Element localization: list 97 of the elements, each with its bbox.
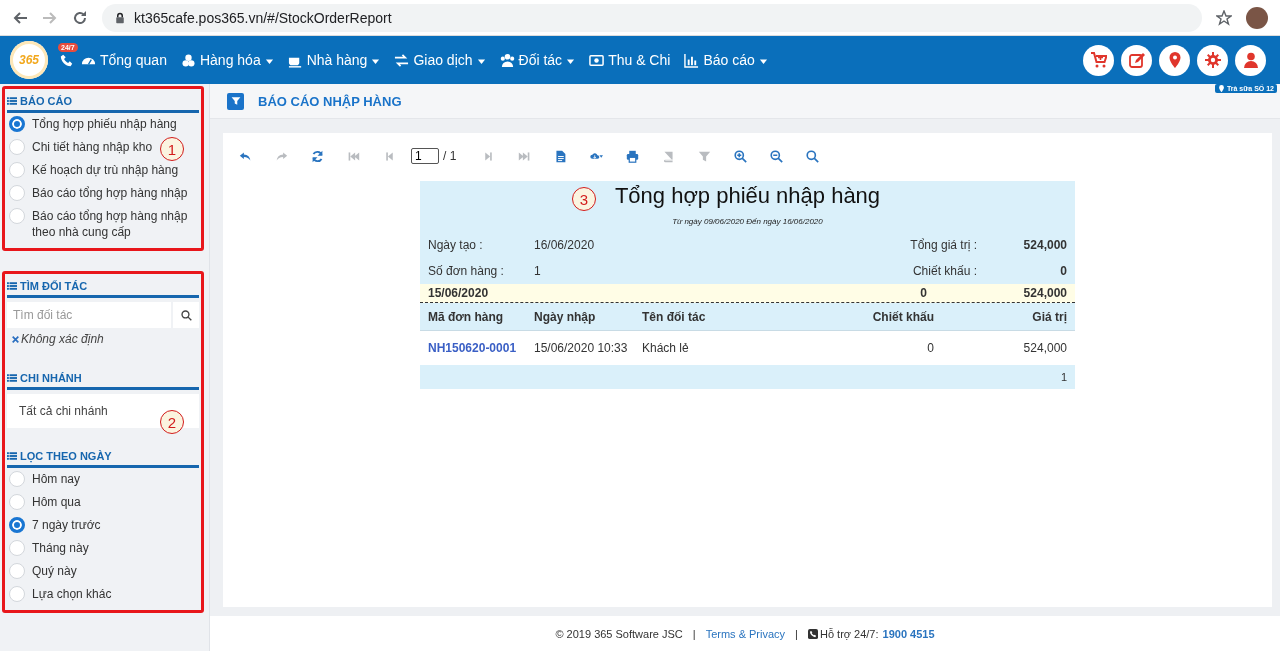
cart-plus-icon xyxy=(1090,52,1107,68)
nav-menu-item[interactable]: Giao dịch xyxy=(394,52,486,68)
toolbar-round-button[interactable] xyxy=(1235,44,1266,76)
phone-icon xyxy=(807,628,818,639)
summary-label: Số đơn hàng : xyxy=(428,263,505,280)
radio-option[interactable]: Báo cáo tổng hợp hàng nhập xyxy=(7,182,199,205)
summary-value: 16/06/2020 xyxy=(534,237,596,254)
forward-arrow-icon xyxy=(42,9,58,26)
callout-number: 1 xyxy=(160,137,184,161)
radio-icon[interactable] xyxy=(9,116,25,132)
summary-label: Tổng giá trị : xyxy=(910,237,977,254)
address-bar[interactable]: kt365cafe.pos365.vn/#/StockOrderReport xyxy=(102,3,1202,32)
report-title: Tổng hợp phiếu nhập hàng xyxy=(614,183,881,208)
separator: | xyxy=(692,627,696,640)
last-page-icon xyxy=(517,149,531,163)
radio-option[interactable]: Hôm nay xyxy=(7,468,199,491)
section-title: BÁO CÁO xyxy=(20,95,72,107)
toolbar-round-button[interactable] xyxy=(1121,44,1152,76)
support-phone: 1900 4515 xyxy=(882,627,935,640)
radio-option[interactable]: Kế hoạch dự trù nhập hàng xyxy=(7,159,199,182)
print-icon xyxy=(625,149,639,163)
radio-option[interactable]: 7 ngày trước xyxy=(7,514,199,537)
column-header: Mã đơn hàng xyxy=(428,309,505,324)
toolbar-round-button[interactable] xyxy=(1197,44,1228,76)
close-icon xyxy=(11,334,20,344)
table-cell-text: 524,000 xyxy=(1022,341,1067,355)
separator: | xyxy=(795,627,798,640)
page-number-field[interactable]: 1 xyxy=(411,148,439,164)
radio-option[interactable]: Tổng hợp phiếu nhập hàng xyxy=(7,113,199,136)
filter-icon xyxy=(230,96,241,106)
user-icon xyxy=(1242,52,1259,68)
star-icon xyxy=(1216,9,1232,26)
document-icon xyxy=(553,149,567,163)
zoom-in-icon xyxy=(733,149,747,163)
date-range: Từ ngày 09/06/2020 Đến ngày 16/06/2020 xyxy=(671,216,824,228)
summary-label: Chiết khấu : xyxy=(912,263,977,280)
toolbar-round-button[interactable] xyxy=(1159,44,1190,76)
radio-option[interactable]: Lựa chọn khác xyxy=(7,583,199,606)
nav-menu-item[interactable]: Hàng hóa xyxy=(180,52,274,68)
zoom-out-icon xyxy=(769,149,783,163)
order-link[interactable]: NH150620-0001 xyxy=(428,341,534,355)
terms-link[interactable]: Terms & Privacy xyxy=(705,627,786,640)
summary-label: Ngày tạo : xyxy=(428,237,484,254)
reload-icon xyxy=(72,9,88,26)
nav-menu-item[interactable]: Nhà hàng xyxy=(287,52,381,68)
column-header: Giá trị xyxy=(1031,309,1067,324)
callout-number: 2 xyxy=(160,410,184,434)
group-row: 15/06/2020 0 524,000 xyxy=(420,284,1075,303)
radio-option[interactable]: Quý này xyxy=(7,560,199,583)
summary-value: 1 xyxy=(534,263,542,280)
nav-menu-item[interactable]: Tổng quan xyxy=(81,52,167,68)
list-icon xyxy=(7,96,17,106)
people-icon xyxy=(499,52,515,68)
profile-avatar[interactable] xyxy=(1246,6,1268,29)
cubes-icon xyxy=(180,52,196,68)
first-page-icon xyxy=(346,149,360,163)
page-total: / 1 xyxy=(443,149,457,163)
search-icon xyxy=(180,309,192,321)
section-title: LỌC THEO NGÀY xyxy=(20,450,112,462)
search-icon xyxy=(805,149,819,163)
refresh-icon xyxy=(310,149,324,163)
radio-option[interactable]: Hôm qua xyxy=(7,491,199,514)
page-title: BÁO CÁO NHẬP HÀNG xyxy=(258,93,402,109)
copyright-text: © 2019 365 Software JSC xyxy=(555,627,683,640)
list-icon xyxy=(7,281,17,291)
table-cell-text: Khách lẻ xyxy=(642,341,690,355)
toolbar-round-button[interactable] xyxy=(1083,44,1114,76)
section-title: TÌM ĐỐI TÁC xyxy=(20,280,88,292)
list-icon xyxy=(7,451,17,461)
table-cell-text: 0 xyxy=(926,341,934,355)
radio-icon[interactable] xyxy=(9,517,25,533)
column-header: Tên đối tác xyxy=(642,309,707,324)
money-icon xyxy=(589,52,605,68)
section-title: CHI NHÁNH xyxy=(20,372,82,384)
settings-icon xyxy=(1204,52,1221,68)
summary-value: 0 xyxy=(1059,263,1067,280)
row-count: 1 xyxy=(1060,371,1067,383)
partner-tag: Không xác định xyxy=(21,332,104,346)
back-arrow-icon xyxy=(12,9,28,26)
filter-icon xyxy=(697,149,711,163)
bar-chart-icon xyxy=(684,52,700,68)
list-icon xyxy=(7,373,17,383)
exchange-icon xyxy=(394,52,410,68)
column-header: Ngày nhập xyxy=(534,309,597,324)
phone-icon xyxy=(60,53,73,67)
table-cell-text: 15/06/2020 10:33 xyxy=(534,341,629,355)
column-header: Chiết khấu xyxy=(871,309,934,324)
nav-menu-item[interactable]: Báo cáo xyxy=(684,52,768,68)
radio-option[interactable]: Báo cáo tổng hợp hàng nhập theo nhà cung cấp xyxy=(7,205,199,244)
edit-icon xyxy=(1128,52,1145,68)
support-label: Hỗ trợ 24/7: xyxy=(819,627,879,640)
radio-option[interactable]: Tháng này xyxy=(7,537,199,560)
nav-menu-item[interactable]: Đối tác xyxy=(499,52,576,68)
summary-value: 524,000 xyxy=(1022,237,1067,254)
nav-menu-item[interactable]: Thu & Chi xyxy=(589,52,671,68)
lock-icon xyxy=(114,11,126,24)
location-pin-icon xyxy=(1166,52,1183,68)
